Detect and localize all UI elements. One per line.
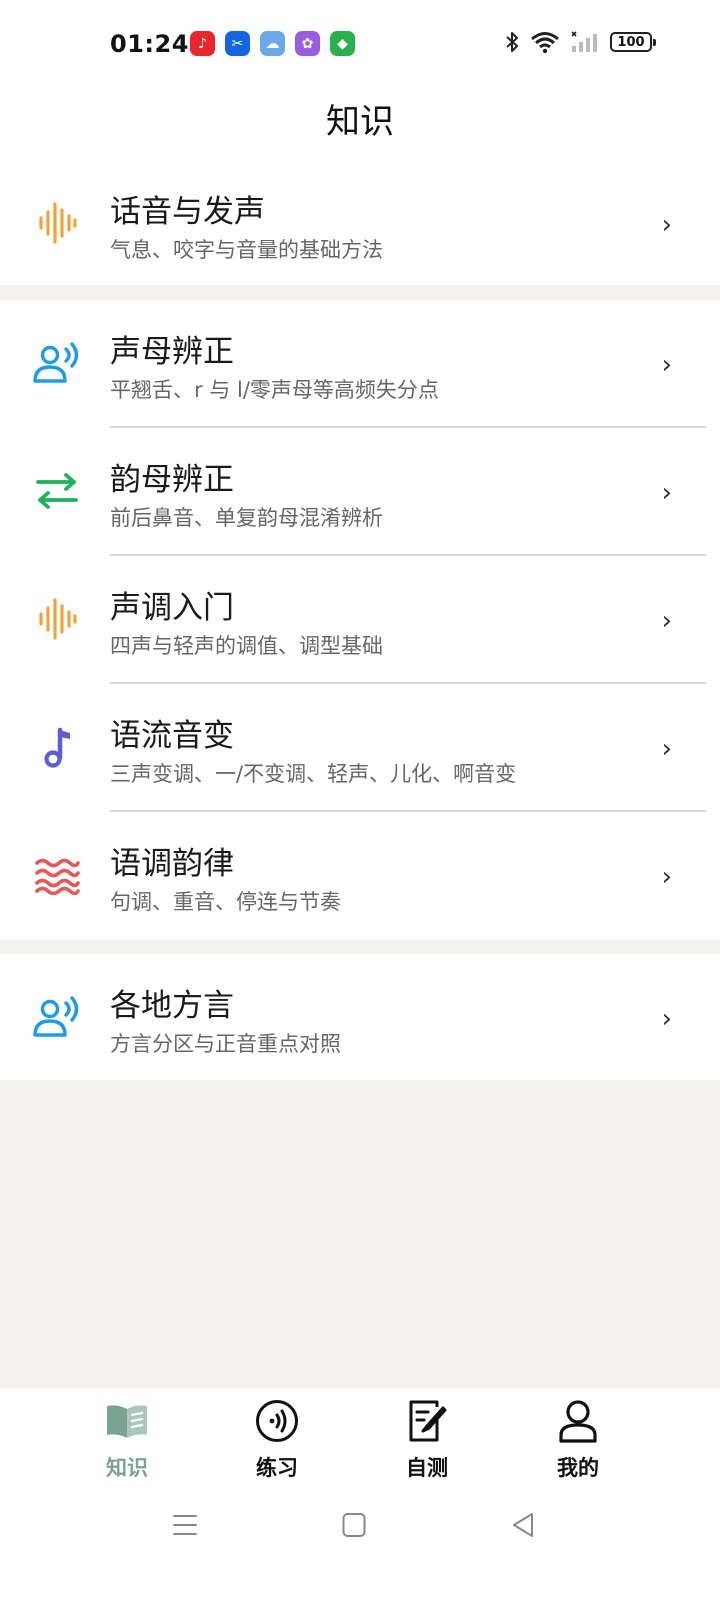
status-time: 01:24 [110,30,189,58]
page-title: 知识 [326,102,394,142]
nav-tab-knowledge[interactable]: 知识 [77,1398,177,1482]
nav-label: 我的 [557,1456,599,1480]
knowledge-group-phonetics: 声母辨正 平翘舌、r 与 l/零声母等高频失分点 › 韵母辨正 前后鼻音、单复韵… [0,300,720,940]
chevron-right-icon: › [661,606,672,636]
speaking-person-icon [32,340,82,386]
music-note-icon [32,724,82,770]
security-app-icon: ◆ [330,31,355,56]
nav-label: 知识 [106,1456,148,1480]
nav-tab-self-test[interactable]: 自测 [377,1398,477,1482]
back-icon[interactable] [510,1511,536,1539]
knowledge-item-voice[interactable]: 话音与发声 气息、咬字与音量的基础方法 › [0,160,720,285]
system-navigation-bar [0,1500,720,1550]
item-subtitle: 四声与轻声的调值、调型基础 [110,634,383,658]
chevron-right-icon: › [661,350,672,380]
knowledge-item-sandhi[interactable]: 语流音变 三声变调、一/不变调、轻声、儿化、啊音变 › [0,684,720,812]
item-subtitle: 方言分区与正音重点对照 [110,1032,341,1056]
bottom-navigation: 知识 练习 自测 我的 [0,1388,720,1600]
item-title: 语调韵律 [110,846,234,882]
knowledge-group-dialects: 各地方言 方言分区与正音重点对照 › [0,954,720,1080]
knowledge-item-tones[interactable]: 声调入门 四声与轻声的调值、调型基础 › [0,556,720,684]
knowledge-item-dialects[interactable]: 各地方言 方言分区与正音重点对照 › [0,954,720,1080]
item-title: 韵母辨正 [110,462,234,498]
audio-circle-icon [227,1398,327,1444]
item-title: 声母辨正 [110,334,234,370]
knowledge-item-initials[interactable]: 声母辨正 平翘舌、r 与 l/零声母等高频失分点 › [0,300,720,428]
chevron-right-icon: › [661,1004,672,1034]
menu-icon[interactable] [172,1512,198,1538]
nav-label: 自测 [406,1456,448,1480]
waveform-icon [32,200,82,246]
item-title: 语流音变 [110,718,234,754]
nav-tab-mine[interactable]: 我的 [528,1398,628,1482]
wifi-icon [531,32,559,54]
book-icon [77,1398,177,1444]
item-title: 各地方言 [110,988,234,1024]
chevron-right-icon: › [661,734,672,764]
signal-icon [571,31,597,52]
item-subtitle: 句调、重音、停连与节奏 [110,890,341,914]
knowledge-item-finals[interactable]: 韵母辨正 前后鼻音、单复韵母混淆辨析 › [0,428,720,556]
edit-document-icon [377,1398,477,1444]
chevron-right-icon: › [661,478,672,508]
item-subtitle: 气息、咬字与音量的基础方法 [110,238,383,262]
battery-indicator: 100 [610,32,656,52]
nav-label: 练习 [256,1456,298,1480]
weather-app-icon: ☁ [260,31,285,56]
waves-icon [32,852,82,898]
nav-tab-practice[interactable]: 练习 [227,1398,327,1482]
item-subtitle: 前后鼻音、单复韵母混淆辨析 [110,506,383,530]
item-title: 声调入门 [110,590,234,626]
chevron-right-icon: › [661,210,672,240]
item-subtitle: 三声变调、一/不变调、轻声、儿化、啊音变 [110,762,517,786]
music-app-icon: ♪ [190,31,215,56]
gallery-app-icon: ✿ [295,31,320,56]
waveform-icon [32,596,82,642]
chevron-right-icon: › [661,862,672,892]
status-app-icons: ♪ ✂ ☁ ✿ ◆ [190,31,355,56]
home-icon[interactable] [342,1512,366,1538]
bluetooth-icon [506,32,518,52]
status-indicators: 100 [504,30,656,54]
item-subtitle: 平翘舌、r 与 l/零声母等高频失分点 [110,378,439,402]
swap-arrows-icon [32,468,82,514]
status-bar: 01:24 ♪ ✂ ☁ ✿ ◆ 100 [0,0,720,92]
speaking-person-icon [32,994,82,1040]
item-title: 话音与发声 [110,194,265,230]
knowledge-item-prosody[interactable]: 语调韵律 句调、重音、停连与节奏 › [0,812,720,940]
knowledge-group-basics: 话音与发声 气息、咬字与音量的基础方法 › [0,160,720,285]
capcut-app-icon: ✂ [225,31,250,56]
user-icon [528,1398,628,1444]
